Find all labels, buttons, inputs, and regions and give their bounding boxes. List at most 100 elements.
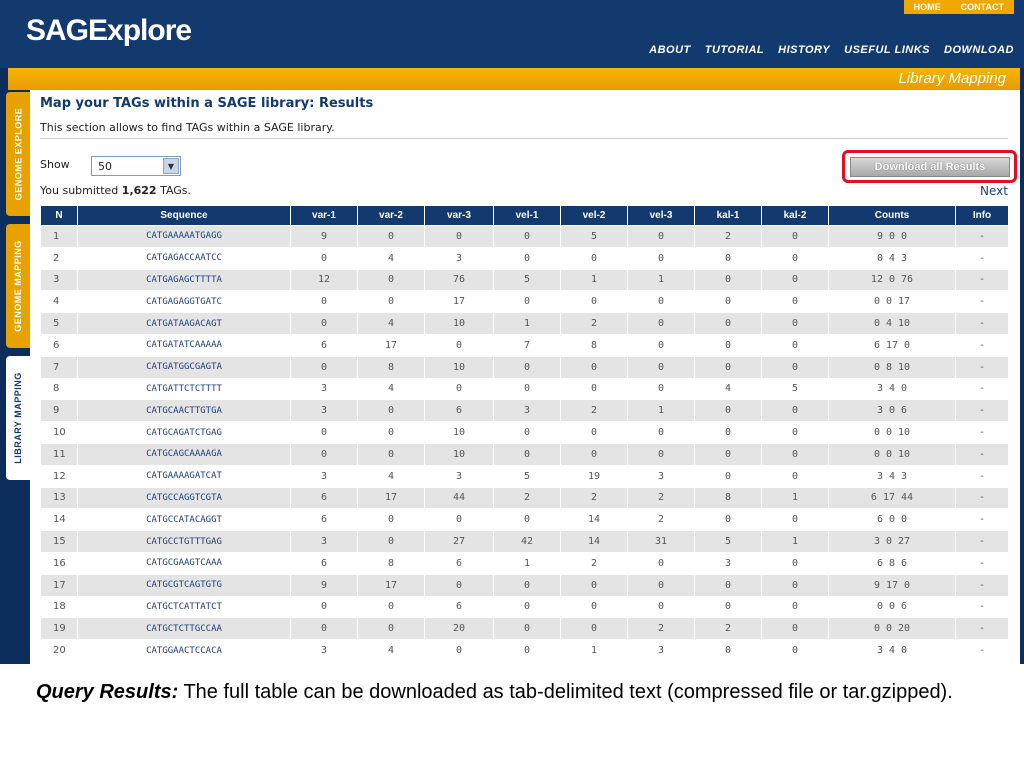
info-cell: -: [956, 356, 1008, 378]
sequence-cell[interactable]: CATGAAAAATGAGG: [78, 226, 290, 247]
divider: [40, 138, 1008, 139]
section-title: Library Mapping: [898, 70, 1006, 87]
sequence-cell[interactable]: CATGATGGCGAGTA: [78, 356, 290, 378]
sequence-cell[interactable]: CATGATAAGACAGT: [78, 313, 290, 334]
table-cell: 4: [695, 378, 761, 400]
table-row: 18 CATGCTCATTATCT 0 0 6 0 0 0 0 0 0 0 6-: [41, 596, 1008, 618]
table-cell: 7: [41, 356, 77, 378]
info-cell: -: [956, 443, 1008, 465]
sequence-cell[interactable]: CATGCGTCAGTGTG: [78, 574, 290, 596]
table-cell: 1: [494, 552, 560, 574]
sequence-cell[interactable]: CATGAAAAGATCAT: [78, 465, 290, 487]
table-cell: 20: [425, 618, 493, 640]
side-tab-library-mapping[interactable]: LIBRARY MAPPING: [6, 356, 30, 480]
sequence-cell[interactable]: CATGAGAGCTTTTA: [78, 269, 290, 291]
sequence-cell[interactable]: CATGATATCAAAAA: [78, 334, 290, 356]
table-cell: 0: [762, 640, 828, 661]
show-count-value: 50: [98, 159, 112, 173]
nav-useful-links[interactable]: USEFUL LINKS: [844, 44, 930, 56]
info-cell: -: [956, 247, 1008, 269]
table-cell: 0: [494, 618, 560, 640]
nav-tutorial[interactable]: TUTORIAL: [705, 44, 764, 56]
table-cell: 3: [291, 378, 357, 400]
table-cell: 76: [425, 269, 493, 291]
table-cell: 2: [561, 313, 627, 334]
table-cell: 0: [494, 226, 560, 247]
table-body: 1 CATGAAAAATGAGG 9 0 0 0 5 0 2 0 9 0 0-2 CATGAGACCA…: [41, 226, 1008, 661]
table-cell: 0: [425, 574, 493, 596]
table-cell: 1: [628, 400, 694, 422]
sequence-cell[interactable]: CATGCTCATTATCT: [78, 596, 290, 618]
table-cell: 19: [41, 618, 77, 640]
table-cell: 0: [561, 378, 627, 400]
table-cell: 0: [494, 596, 560, 618]
table-cell: 6 17 0: [829, 334, 955, 356]
chevron-down-icon[interactable]: ▼: [163, 158, 179, 174]
info-cell: -: [956, 269, 1008, 291]
sequence-cell[interactable]: CATGCCTGTTTGAG: [78, 531, 290, 552]
side-tab-genome-mapping[interactable]: GENOME MAPPING: [6, 224, 30, 348]
sequence-cell[interactable]: CATGCCAGGTCGTA: [78, 487, 290, 509]
table-cell: 0: [628, 313, 694, 334]
sequence-cell[interactable]: CATGCGAAGTCAAA: [78, 552, 290, 574]
sequence-cell[interactable]: CATGAGACCAATCC: [78, 247, 290, 269]
table-cell: 42: [494, 531, 560, 552]
caption-lead: Query Results:: [36, 681, 179, 703]
sequence-cell[interactable]: CATGCAACTTGTGA: [78, 400, 290, 422]
column-header: vel-1: [494, 206, 560, 225]
table-cell: 6 0 0: [829, 509, 955, 531]
side-tab-genome-explore[interactable]: GENOME EXPLORE: [6, 92, 30, 216]
show-count-select[interactable]: 50 ▼: [91, 156, 181, 176]
table-cell: 44: [425, 487, 493, 509]
table-cell: 27: [425, 531, 493, 552]
submitted-prefix: You submitted: [40, 184, 122, 197]
table-cell: 0: [762, 226, 828, 247]
table-cell: 9: [41, 400, 77, 422]
nav-about[interactable]: ABOUT: [649, 44, 691, 56]
table-cell: 8: [41, 378, 77, 400]
table-cell: 3: [695, 552, 761, 574]
column-header: Info: [956, 206, 1008, 225]
sequence-cell[interactable]: CATGCAGCAAAAGA: [78, 443, 290, 465]
nav-download[interactable]: DOWNLOAD: [944, 44, 1014, 56]
nav-history[interactable]: HISTORY: [778, 44, 830, 56]
table-cell: 0 0 10: [829, 443, 955, 465]
table-cell: 1: [762, 487, 828, 509]
sequence-cell[interactable]: CATGCTCTTGCCAA: [78, 618, 290, 640]
caption-text: The full table can be downloaded as tab-…: [178, 681, 953, 703]
download-all-results-button[interactable]: Download all Results: [850, 157, 1010, 177]
table-cell: 6: [291, 509, 357, 531]
sequence-cell[interactable]: CATGATTCTCTTTT: [78, 378, 290, 400]
table-row: 12 CATGAAAAGATCAT 3 4 3 5 19 3 0 0 3 4 3-: [41, 465, 1008, 487]
sequence-cell[interactable]: CATGGAACTCCACA: [78, 640, 290, 661]
side-tab-label: GENOME MAPPING: [13, 240, 24, 332]
info-cell: -: [956, 465, 1008, 487]
sequence-cell[interactable]: CATGCCATACAGGT: [78, 509, 290, 531]
table-cell: 0: [762, 247, 828, 269]
sequence-cell[interactable]: CATGAGAGGTGATC: [78, 291, 290, 313]
table-cell: 0: [762, 552, 828, 574]
table-cell: 14: [561, 509, 627, 531]
table-cell: 9: [291, 226, 357, 247]
site-logo[interactable]: SAGExplore: [26, 14, 192, 48]
top-link-contact[interactable]: CONTACT: [951, 0, 1014, 14]
table-cell: 0: [695, 269, 761, 291]
submitted-summary: You submitted 1,622 TAGs.: [40, 184, 191, 197]
submitted-suffix: TAGs.: [156, 184, 192, 197]
column-header: var-3: [425, 206, 493, 225]
table-cell: 6 17 44: [829, 487, 955, 509]
table-cell: 17: [358, 334, 424, 356]
top-links: HOME CONTACT: [903, 0, 1014, 14]
info-cell: -: [956, 378, 1008, 400]
table-cell: 14: [41, 509, 77, 531]
table-cell: 5: [494, 269, 560, 291]
slide-caption: Query Results: The full table can be dow…: [36, 678, 1006, 707]
next-page-link[interactable]: Next: [980, 184, 1008, 198]
table-cell: 0: [695, 400, 761, 422]
site-header: SAGExplore HOME CONTACT ABOUT TUTORIAL H…: [0, 0, 1024, 68]
table-cell: 0: [561, 443, 627, 465]
sequence-cell[interactable]: CATGCAGATCTGAG: [78, 422, 290, 443]
top-link-home[interactable]: HOME: [904, 0, 951, 14]
column-header: Sequence: [78, 206, 290, 225]
table-cell: 0: [628, 291, 694, 313]
